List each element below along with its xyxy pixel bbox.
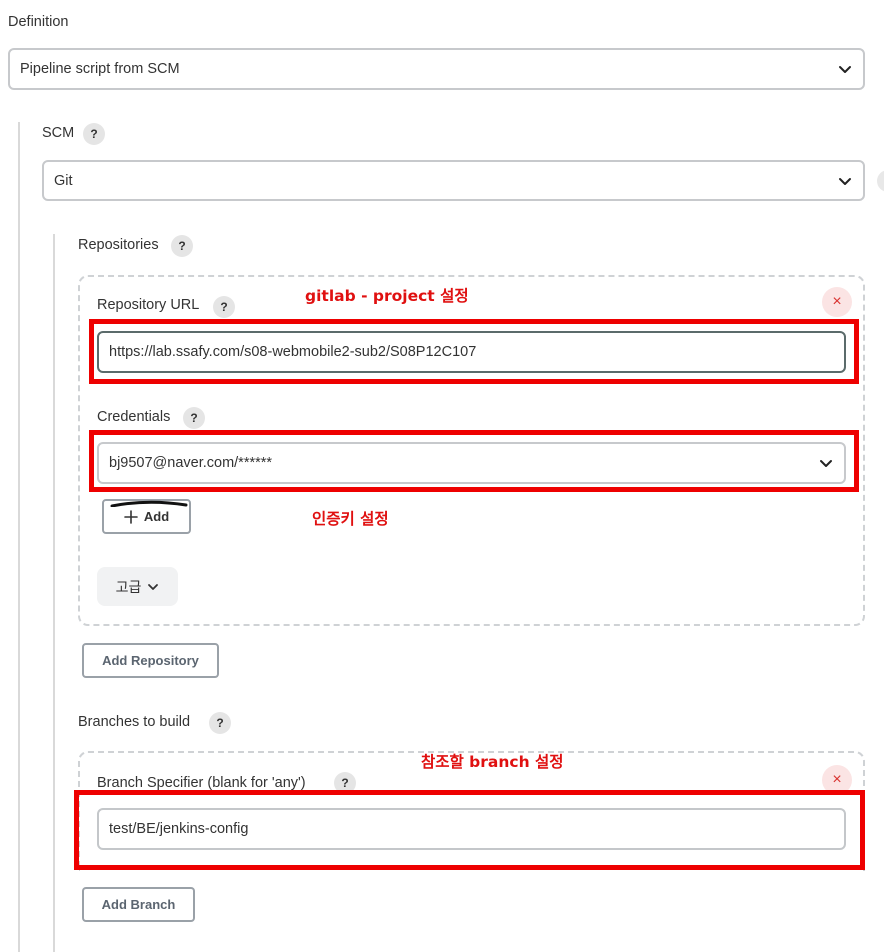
branch-specifier-label: Branch Specifier (blank for 'any')	[97, 775, 306, 791]
help-icon-partial[interactable]	[877, 170, 884, 192]
branches-help-icon[interactable]: ?	[209, 712, 231, 734]
annotation-box-credentials	[89, 430, 859, 492]
annotation-box-branch	[74, 790, 865, 870]
chevron-down-icon	[839, 66, 851, 73]
definition-select-value: Pipeline script from SCM	[20, 61, 180, 77]
plus-icon	[124, 509, 138, 524]
scm-label: SCM	[42, 125, 75, 141]
add-branch-button[interactable]: Add Branch	[82, 887, 195, 922]
remove-repository-icon[interactable]: ×	[822, 287, 852, 317]
annotation-credentials-note: 인증키 설정	[312, 510, 389, 528]
scm-help-icon[interactable]: ?	[83, 123, 105, 145]
chevron-down-icon	[839, 177, 851, 185]
scm-select-value: Git	[54, 172, 73, 189]
drawn-underline	[110, 500, 188, 507]
credentials-label: Credentials	[97, 409, 171, 425]
branches-label: Branches to build	[78, 714, 191, 730]
repository-url-label: Repository URL	[97, 297, 200, 313]
credentials-help-icon[interactable]: ?	[183, 407, 205, 429]
add-repository-button[interactable]: Add Repository	[82, 643, 219, 678]
annotation-box-repo-url	[89, 319, 859, 384]
chevron-down-icon	[148, 583, 159, 590]
scm-select[interactable]: Git	[42, 160, 865, 201]
advanced-toggle[interactable]: 고급	[97, 567, 178, 606]
nesting-line	[18, 122, 20, 952]
annotation-repo-note: gitlab - project 설정	[305, 287, 469, 305]
repositories-label: Repositories	[78, 237, 159, 253]
repository-url-help-icon[interactable]: ?	[213, 296, 235, 318]
definition-label: Definition	[8, 14, 69, 30]
annotation-branch-note: 참조할 branch 설정	[421, 753, 564, 771]
nesting-line	[53, 234, 55, 952]
advanced-label: 고급	[115, 578, 142, 595]
definition-select[interactable]: Pipeline script from SCM	[8, 48, 865, 90]
add-credentials-label: Add	[143, 509, 170, 524]
repositories-help-icon[interactable]: ?	[171, 235, 193, 257]
